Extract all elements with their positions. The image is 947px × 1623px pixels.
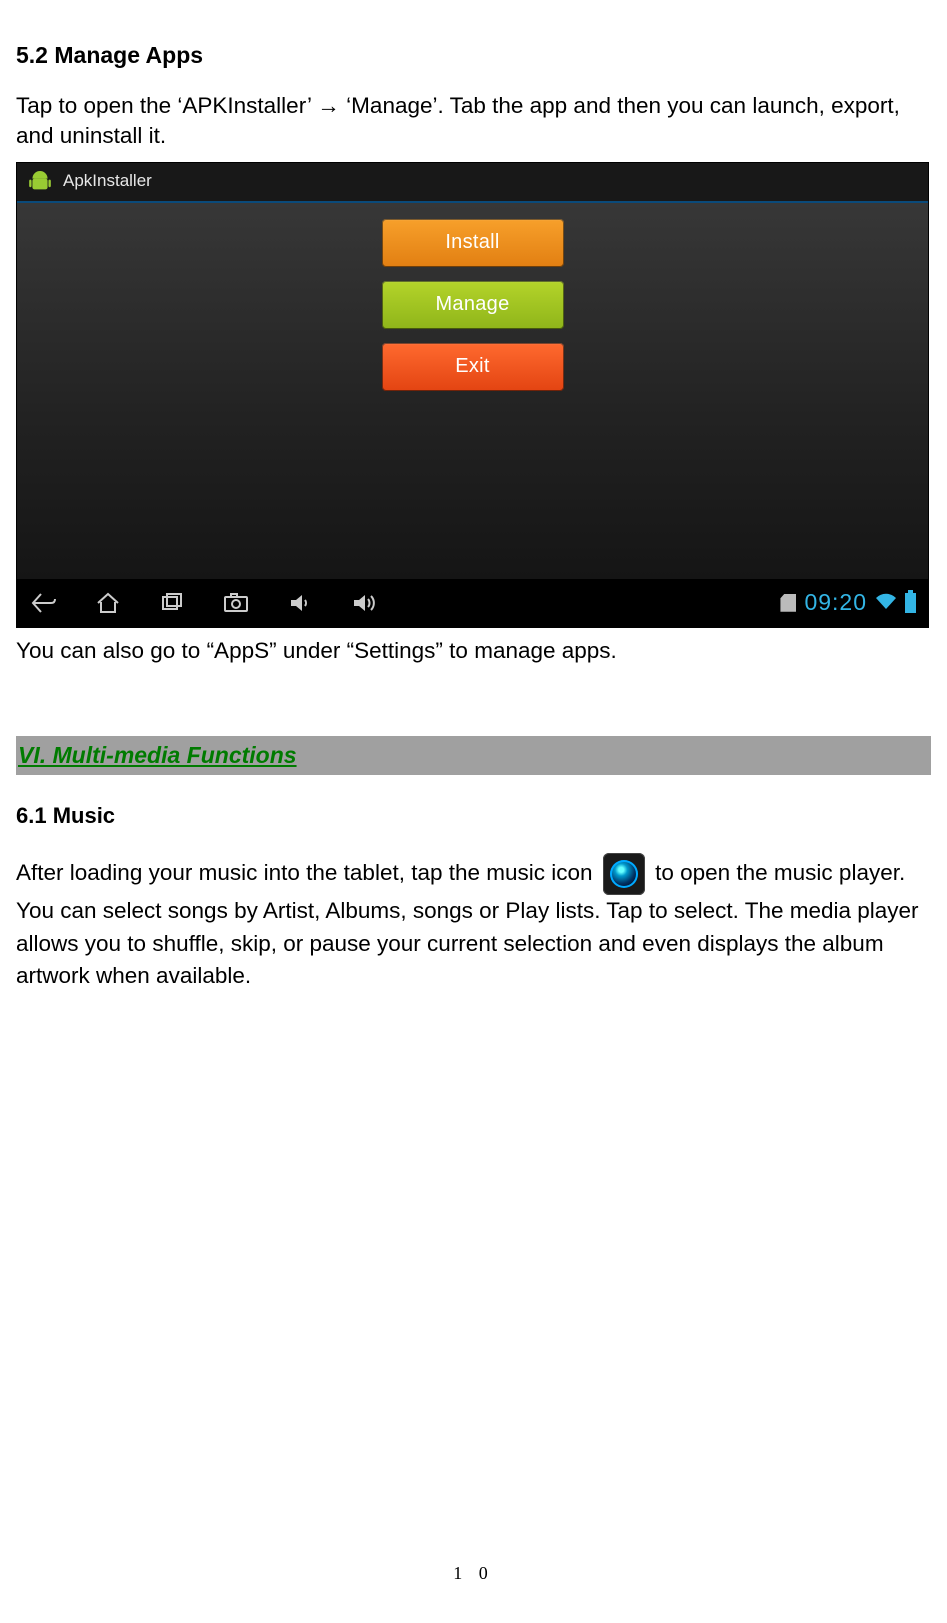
- home-icon[interactable]: [93, 588, 123, 618]
- recent-apps-icon[interactable]: [157, 588, 187, 618]
- app-title-text: ApkInstaller: [63, 170, 152, 193]
- para61-part-a: After loading your music into the tablet…: [16, 860, 599, 885]
- back-icon[interactable]: [29, 588, 59, 618]
- install-button[interactable]: Install: [382, 219, 564, 267]
- sd-card-icon: [780, 594, 796, 612]
- manage-button[interactable]: Manage: [382, 281, 564, 329]
- apkinstaller-screenshot: ApkInstaller Install Manage Exit 09:20: [16, 162, 929, 628]
- screenshot-icon[interactable]: [221, 588, 251, 618]
- music-app-icon: [603, 853, 645, 895]
- heading-5-2: 5.2 Manage Apps: [16, 40, 931, 71]
- section-vi-heading: VI. Multi-media Functions: [16, 736, 931, 775]
- status-clock: 09:20: [804, 587, 867, 618]
- app-title-bar: ApkInstaller: [17, 163, 928, 203]
- volume-up-icon[interactable]: [349, 588, 379, 618]
- volume-down-icon[interactable]: [285, 588, 315, 618]
- android-icon: [27, 171, 53, 193]
- heading-6-1: 6.1 Music: [16, 801, 931, 831]
- paragraph-5-2: Tap to open the ‘APKInstaller’ → ‘Manage…: [16, 91, 931, 152]
- paragraph-6-1: After loading your music into the tablet…: [16, 853, 931, 993]
- system-navbar: 09:20: [17, 579, 928, 627]
- wifi-icon: [875, 588, 897, 618]
- exit-button[interactable]: Exit: [382, 343, 564, 391]
- paragraph-5-2b: You can also go to “AppS” under “Setting…: [16, 636, 931, 666]
- battery-icon: [905, 593, 916, 613]
- page-number: 1 0: [16, 1561, 931, 1585]
